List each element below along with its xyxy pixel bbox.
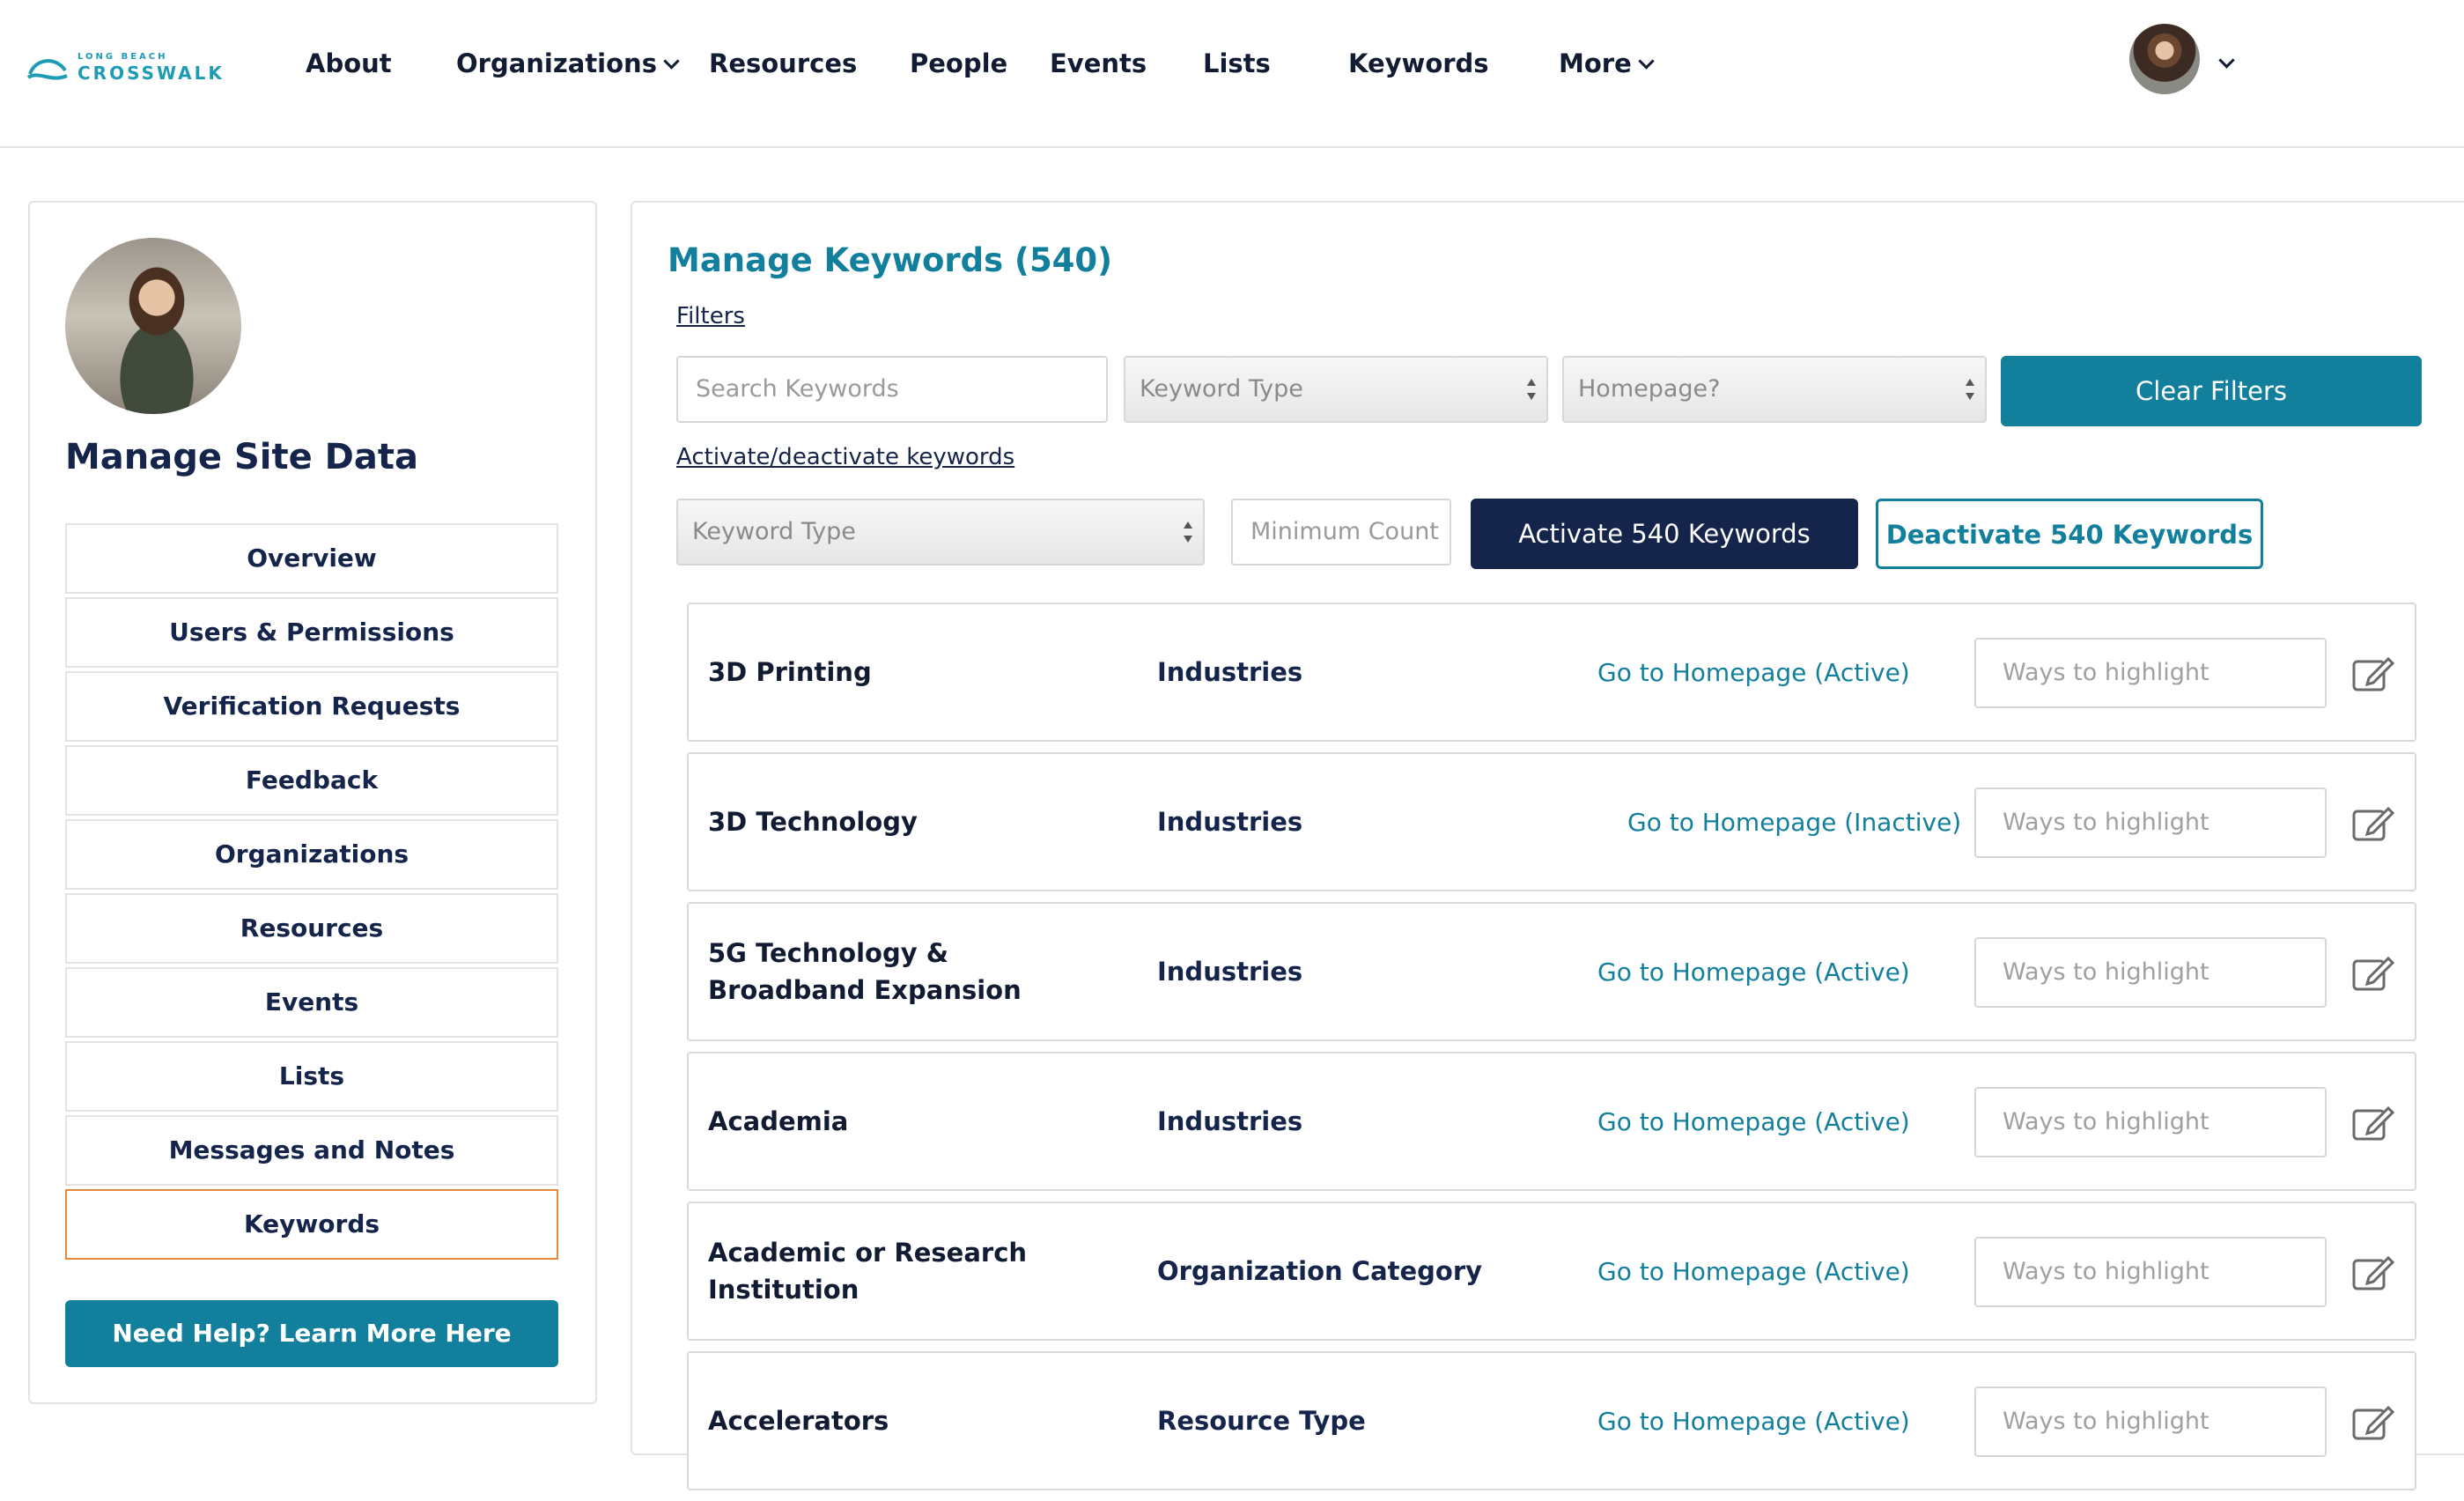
- keyword-type: Industries: [1157, 1106, 1303, 1136]
- highlight-input[interactable]: Ways to highlight: [1974, 1386, 2327, 1457]
- help-button[interactable]: Need Help? Learn More Here: [65, 1300, 558, 1367]
- sidebar-menu: Overview Users & Permissions Verificatio…: [65, 523, 558, 1263]
- keyword-name: 5G Technology & Broadband Expansion: [708, 938, 1022, 1005]
- keyword-name: Academic or Research Institution: [708, 1238, 1028, 1305]
- sidebar-item-events[interactable]: Events: [65, 967, 558, 1038]
- highlight-input[interactable]: Ways to highlight: [1974, 1087, 2327, 1157]
- edit-icon[interactable]: [2351, 955, 2395, 992]
- edit-icon[interactable]: [2351, 805, 2395, 842]
- sidebar-item-overview[interactable]: Overview: [65, 523, 558, 594]
- keyword-type: Industries: [1157, 957, 1303, 987]
- user-avatar[interactable]: [2129, 24, 2200, 94]
- nav-more-label: More: [1559, 48, 1632, 78]
- chevron-down-icon: [1638, 53, 1655, 70]
- bulk-keyword-type-value: Keyword Type: [692, 518, 856, 545]
- select-arrows-icon: [1527, 379, 1536, 400]
- sidebar-item-lists[interactable]: Lists: [65, 1041, 558, 1112]
- nav-organizations[interactable]: Organizations: [456, 46, 680, 81]
- homepage-filter-select[interactable]: Homepage?: [1562, 356, 1987, 423]
- keyword-type-filter-select[interactable]: Keyword Type: [1124, 356, 1548, 423]
- homepage-link[interactable]: Go to Homepage (Active): [1597, 1353, 1910, 1489]
- keyword-name: Accelerators: [708, 1406, 889, 1436]
- logo-text-big: CROSSWALK: [77, 63, 225, 84]
- clear-filters-button[interactable]: Clear Filters: [2001, 356, 2422, 426]
- sidebar-item-messages-notes[interactable]: Messages and Notes: [65, 1115, 558, 1186]
- profile-photo: [65, 238, 241, 414]
- chevron-down-icon: [663, 53, 680, 70]
- homepage-link[interactable]: Go to Homepage (Active): [1597, 604, 1910, 740]
- keyword-row: Academic or Research Institution Organiz…: [687, 1202, 2416, 1341]
- keyword-name: Academia: [708, 1106, 849, 1136]
- nav-events[interactable]: Events: [1050, 46, 1147, 81]
- crosswalk-logo[interactable]: LONG BEACH CROSSWALK: [26, 51, 222, 86]
- wave-logo-icon: [26, 59, 68, 80]
- main-panel: Manage Keywords (540) Filters Search Key…: [631, 201, 2464, 1490]
- page-title: Manage Keywords (540): [668, 241, 1113, 279]
- activate-keywords-button[interactable]: Activate 540 Keywords: [1471, 499, 1858, 569]
- keyword-row: Academia Industries Go to Homepage (Acti…: [687, 1052, 2416, 1191]
- sidebar-item-users-permissions[interactable]: Users & Permissions: [65, 597, 558, 668]
- logo-text-small: LONG BEACH: [77, 52, 168, 62]
- keyword-type: Industries: [1157, 807, 1303, 837]
- homepage-link[interactable]: Go to Homepage (Active): [1597, 1054, 1910, 1189]
- deactivate-keywords-button[interactable]: Deactivate 540 Keywords: [1876, 499, 2263, 569]
- sidebar: Manage Site Data Overview Users & Permis…: [28, 201, 597, 1404]
- keyword-row: 5G Technology & Broadband Expansion Indu…: [687, 902, 2416, 1041]
- keyword-row: Accelerators Resource Type Go to Homepag…: [687, 1351, 2416, 1490]
- minimum-count-input[interactable]: Minimum Count: [1231, 499, 1451, 566]
- edit-icon[interactable]: [2351, 1254, 2395, 1291]
- sidebar-item-keywords[interactable]: Keywords: [65, 1189, 558, 1260]
- top-navigation: LONG BEACH CROSSWALK About Organizations…: [0, 0, 2464, 148]
- nav-more[interactable]: More: [1559, 46, 1655, 81]
- activate-deactivate-link[interactable]: Activate/deactivate keywords: [676, 444, 1014, 470]
- homepage-filter-value: Homepage?: [1578, 375, 1721, 403]
- keyword-row: 3D Technology Industries Go to Homepage …: [687, 752, 2416, 891]
- select-arrows-icon: [1966, 379, 1974, 400]
- homepage-link[interactable]: Go to Homepage (Inactive): [1627, 754, 1961, 890]
- highlight-input[interactable]: Ways to highlight: [1974, 1237, 2327, 1307]
- highlight-input[interactable]: Ways to highlight: [1974, 937, 2327, 1008]
- sidebar-item-verification-requests[interactable]: Verification Requests: [65, 671, 558, 742]
- sidebar-item-organizations[interactable]: Organizations: [65, 819, 558, 890]
- sidebar-item-feedback[interactable]: Feedback: [65, 745, 558, 816]
- nav-organizations-label: Organizations: [456, 48, 657, 78]
- keyword-type-filter-value: Keyword Type: [1140, 375, 1303, 403]
- search-keywords-input[interactable]: Search Keywords: [676, 356, 1108, 423]
- keyword-type: Resource Type: [1157, 1406, 1366, 1436]
- nav-lists[interactable]: Lists: [1203, 46, 1271, 81]
- filters-link[interactable]: Filters: [676, 303, 745, 329]
- keyword-type: Organization Category: [1157, 1256, 1483, 1286]
- keyword-type: Industries: [1157, 657, 1303, 687]
- keyword-list: 3D Printing Industries Go to Homepage (A…: [687, 603, 2416, 1501]
- homepage-link[interactable]: Go to Homepage (Active): [1597, 1203, 1910, 1339]
- keyword-name: 3D Technology: [708, 807, 918, 837]
- keyword-row: 3D Printing Industries Go to Homepage (A…: [687, 603, 2416, 742]
- nav-keywords[interactable]: Keywords: [1348, 46, 1489, 81]
- highlight-input[interactable]: Ways to highlight: [1974, 787, 2327, 858]
- edit-icon[interactable]: [2351, 1105, 2395, 1142]
- account-chevron-down-icon[interactable]: [2218, 52, 2235, 69]
- nav-resources[interactable]: Resources: [709, 46, 857, 81]
- nav-people[interactable]: People: [910, 46, 1007, 81]
- highlight-input[interactable]: Ways to highlight: [1974, 638, 2327, 708]
- sidebar-item-resources[interactable]: Resources: [65, 893, 558, 964]
- homepage-link[interactable]: Go to Homepage (Active): [1597, 904, 1910, 1039]
- bulk-keyword-type-select[interactable]: Keyword Type: [676, 499, 1205, 566]
- nav-about[interactable]: About: [306, 46, 392, 81]
- edit-icon[interactable]: [2351, 655, 2395, 692]
- sidebar-title: Manage Site Data: [65, 437, 418, 477]
- edit-icon[interactable]: [2351, 1404, 2395, 1441]
- select-arrows-icon: [1184, 521, 1192, 543]
- keyword-name: 3D Printing: [708, 657, 872, 687]
